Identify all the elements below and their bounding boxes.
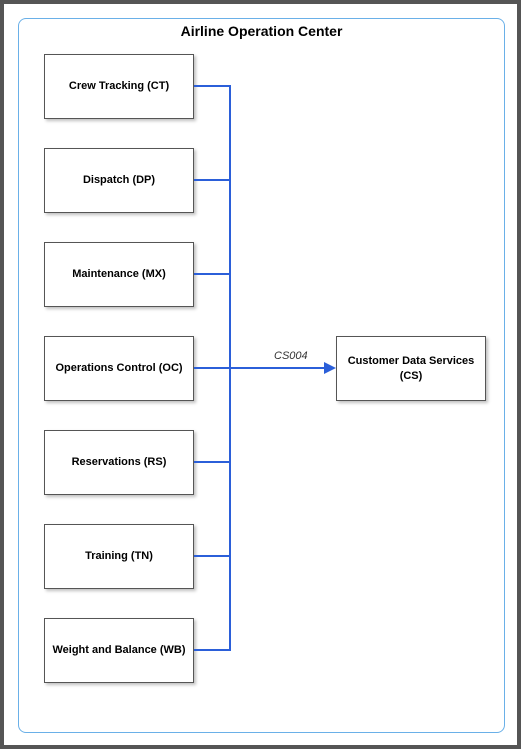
connector-stub — [194, 273, 230, 275]
node-weight-and-balance: Weight and Balance (WB) — [44, 618, 194, 683]
connector-stub — [194, 555, 230, 557]
container-title: Airline Operation Center — [19, 19, 504, 39]
connector-stub — [194, 85, 230, 87]
node-label: Dispatch (DP) — [83, 173, 155, 187]
node-crew-tracking: Crew Tracking (CT) — [44, 54, 194, 119]
connector-stub — [194, 461, 230, 463]
diagram-frame: Airline Operation Center Crew Tracking (… — [0, 0, 521, 749]
node-label: Operations Control (OC) — [55, 361, 182, 375]
node-reservations: Reservations (RS) — [44, 430, 194, 495]
node-label: Maintenance (MX) — [72, 267, 166, 281]
node-label: Reservations (RS) — [72, 455, 167, 469]
node-operations-control: Operations Control (OC) — [44, 336, 194, 401]
node-dispatch: Dispatch (DP) — [44, 148, 194, 213]
node-label: Weight and Balance (WB) — [52, 643, 185, 657]
connector-stub — [194, 649, 230, 651]
node-customer-data-services: Customer Data Services (CS) — [336, 336, 486, 401]
node-label: Crew Tracking (CT) — [69, 79, 169, 93]
node-label: Customer Data Services (CS) — [341, 354, 481, 383]
node-maintenance: Maintenance (MX) — [44, 242, 194, 307]
connector-stub — [194, 179, 230, 181]
node-training: Training (TN) — [44, 524, 194, 589]
connector-main-horizontal — [229, 367, 325, 369]
connector-stub — [194, 367, 230, 369]
node-label: Training (TN) — [85, 549, 153, 563]
edge-label: CS004 — [274, 350, 308, 362]
arrow-head-icon — [324, 362, 336, 374]
